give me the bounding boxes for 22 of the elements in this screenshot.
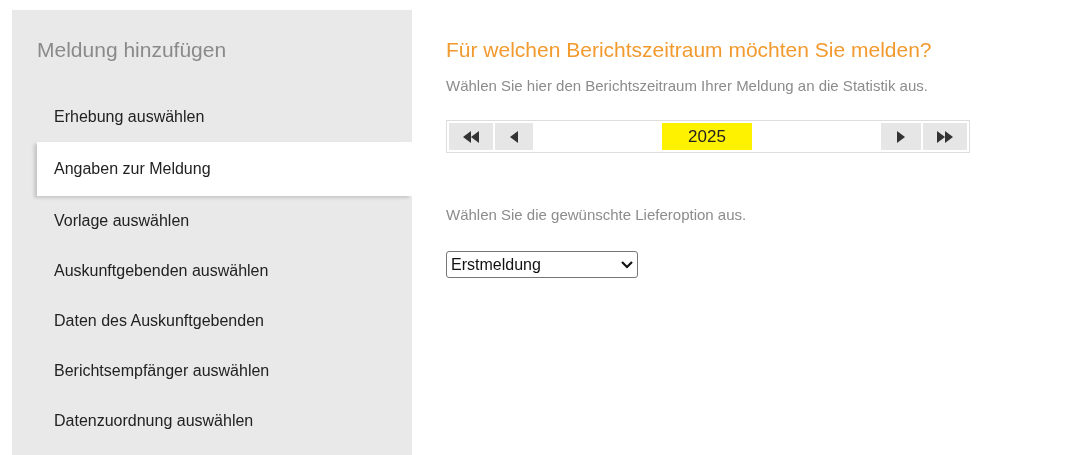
double-right-arrow-icon — [937, 130, 953, 143]
right-arrow-icon — [897, 130, 905, 143]
sidebar-item[interactable]: Vorlage auswählen — [37, 196, 412, 246]
sidebar-item[interactable]: Datenzuordnung auswählen — [37, 396, 412, 446]
sidebar-item[interactable]: Berichtsempfänger auswählen — [37, 346, 412, 396]
sidebar-title: Meldung hinzufügen — [37, 37, 227, 63]
double-left-arrow-icon — [463, 130, 479, 143]
left-arrow-icon — [510, 130, 518, 143]
chevron-down-icon — [621, 260, 633, 269]
next-button[interactable] — [881, 123, 921, 150]
sidebar-item[interactable]: Auskunftgebenden auswählen — [37, 246, 412, 296]
previous-button[interactable] — [495, 123, 533, 150]
sidebar-item[interactable]: Daten des Auskunftgebenden — [37, 296, 412, 346]
sidebar-item[interactable]: Erhebung auswählen — [37, 92, 412, 142]
delivery-hint: Wählen Sie die gewünschte Lieferoption aus. — [446, 205, 747, 225]
last-button[interactable] — [923, 123, 967, 150]
highlighted-year: 2025 — [662, 123, 752, 150]
delivery-select[interactable]: Erstmeldung — [446, 251, 638, 278]
period-hint: Wählen Sie hier den Berichtszeitraum Ihrer Meldung an die Statistik aus. — [446, 76, 928, 96]
first-button[interactable] — [449, 123, 493, 150]
page-heading: Für welchen Berichtszeitraum möchten Sie melden? — [446, 37, 932, 63]
sidebar-item[interactable]: Angaben zur Meldung — [37, 142, 412, 196]
